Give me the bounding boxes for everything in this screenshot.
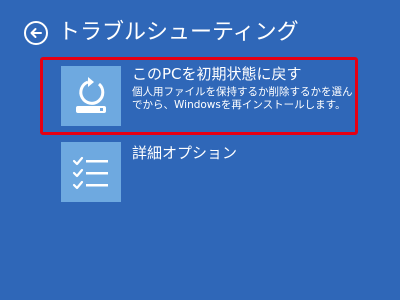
reset-pc-icon <box>76 77 106 113</box>
header: トラブルシューティング <box>24 18 299 48</box>
page-title: トラブルシューティング <box>58 20 299 45</box>
reset-pc-description: 個人用ファイルを保持するか削除するかを選んでから、Windowsを再インストール… <box>132 86 353 111</box>
checklist-icon <box>72 156 108 190</box>
advanced-options-text: 詳細オプション <box>132 144 354 163</box>
advanced-options-tile <box>61 142 121 202</box>
back-arrow-icon <box>30 28 42 38</box>
advanced-options-title: 詳細オプション <box>132 144 238 162</box>
reset-pc-text: このPCを初期状態に戻す 個人用ファイルを保持するか削除するかを選んでから、Wi… <box>132 65 354 112</box>
reset-pc-option[interactable]: このPCを初期状態に戻す 個人用ファイルを保持するか削除するかを選んでから、Wi… <box>40 57 358 135</box>
advanced-options-option[interactable]: 詳細オプション <box>40 140 358 204</box>
reset-pc-title: このPCを初期状態に戻す <box>132 65 302 83</box>
back-button[interactable] <box>24 21 48 45</box>
reset-pc-tile <box>61 66 121 126</box>
